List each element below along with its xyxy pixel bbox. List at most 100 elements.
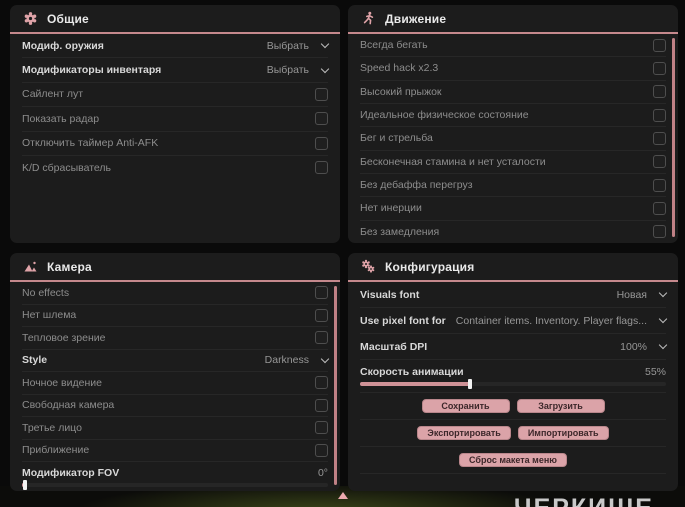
visuals-font-dropdown[interactable]: Новая (616, 288, 668, 301)
setting-label: Ночное видение (22, 376, 102, 389)
setting-label: Style (22, 354, 48, 367)
load-button[interactable]: Загрузить (516, 399, 605, 413)
row-infinite-stamina[interactable]: Бесконечная стамина и нет усталости (360, 151, 666, 174)
setting-label: K/D сбрасыватель (22, 161, 112, 174)
setting-label: Высокий прыжок (360, 85, 442, 98)
dropdown-value: Новая (616, 288, 647, 301)
row-no-helmet[interactable]: Нет шлема (22, 305, 328, 327)
checkbox-night-vision[interactable] (315, 376, 328, 390)
setting-label: Use pixel font for (360, 314, 446, 327)
checkbox-anti-afk[interactable] (315, 136, 328, 150)
dropdown-value: 100% (620, 340, 647, 353)
checkbox-high-jump[interactable] (653, 85, 666, 99)
checkbox-zoom[interactable] (315, 443, 328, 457)
checkbox-no-overload-debuff[interactable] (653, 178, 666, 192)
checkbox-no-helmet[interactable] (315, 308, 328, 322)
flower-gear-icon (24, 12, 37, 25)
checkbox-free-camera[interactable] (315, 398, 328, 412)
save-button[interactable]: Сохранить (421, 399, 510, 413)
row-animation-speed: Скорость анимации 55% (360, 360, 666, 393)
row-always-run[interactable]: Всегда бегать (360, 34, 666, 58)
row-kd-reset[interactable]: K/D сбрасыватель (22, 156, 328, 179)
animation-speed-slider[interactable] (360, 379, 666, 389)
row-dpi-scale: Масштаб DPI 100% (360, 334, 668, 360)
row-anti-afk[interactable]: Отключить таймер Anti-AFK (22, 132, 328, 156)
reset-menu-layout-button[interactable]: Сброс макета меню (459, 453, 567, 467)
checkbox-silent-loot[interactable] (315, 87, 328, 101)
setting-label: Идеальное физическое состояние (360, 109, 529, 122)
inventory-mods-dropdown[interactable]: Выбрать (267, 64, 330, 76)
animation-speed-fill (360, 382, 471, 386)
config-buttons-row-3: Сброс макета меню (360, 447, 666, 474)
setting-label: Третье лицо (22, 421, 82, 434)
dpi-scale-dropdown[interactable]: 100% (620, 340, 668, 353)
checkbox-show-radar[interactable] (315, 112, 328, 126)
mountains-icon (24, 261, 37, 272)
panel-general-title: Общие (47, 11, 89, 26)
double-gear-icon (362, 259, 375, 273)
pixel-font-dropdown[interactable]: Container items. Inventory. Player flags… (455, 314, 668, 327)
setting-label: Без замедления (360, 225, 440, 238)
checkbox-kd-reset[interactable] (315, 161, 328, 175)
dropdown-value: Выбрать (266, 39, 309, 52)
setting-label: Показать радар (22, 112, 100, 125)
animation-speed-thumb[interactable] (468, 379, 473, 389)
panel-config-header[interactable]: Конфигурация (348, 253, 678, 282)
setting-label: Бесконечная стамина и нет усталости (360, 155, 546, 168)
dropdown-value: Container items. Inventory. Player flags… (455, 314, 647, 327)
checkbox-infinite-stamina[interactable] (653, 155, 666, 169)
fov-slider[interactable] (22, 479, 328, 490)
row-show-radar[interactable]: Показать радар (22, 107, 328, 132)
panel-general-rows: Модиф. оружия Выбрать Модификаторы инвен… (10, 34, 340, 179)
fov-slider-thumb[interactable] (23, 479, 27, 490)
style-dropdown[interactable]: Darkness (265, 354, 330, 366)
setting-label: Нет инерции (360, 202, 422, 215)
row-high-jump[interactable]: Высокий прыжок (360, 81, 666, 104)
row-night-vision[interactable]: Ночное видение (22, 372, 328, 395)
row-silent-loot[interactable]: Сайлент лут (22, 83, 328, 108)
setting-label: No effects (22, 286, 70, 299)
setting-label: Бег и стрельба (360, 132, 433, 145)
camera-scrollbar[interactable] (334, 286, 337, 485)
row-no-overload-debuff[interactable]: Без дебаффа перегруз (360, 174, 666, 198)
panel-movement-header[interactable]: Движение (348, 5, 678, 34)
row-no-effects[interactable]: No effects (22, 282, 328, 305)
row-perfect-condition[interactable]: Идеальное физическое состояние (360, 104, 666, 128)
row-free-camera[interactable]: Свободная камера (22, 395, 328, 417)
checkbox-speed-hack[interactable] (653, 61, 666, 75)
export-button[interactable]: Экспортировать (417, 426, 511, 440)
checkbox-no-slowdown[interactable] (653, 225, 666, 239)
checkbox-perfect-condition[interactable] (653, 108, 666, 122)
panel-config-rows: Visuals font Новая Use pixel font for Co… (348, 282, 678, 474)
panel-general-header[interactable]: Общие (10, 5, 340, 34)
import-button[interactable]: Импортировать (517, 426, 609, 440)
row-thermal-vision[interactable]: Тепловое зрение (22, 327, 328, 350)
panel-camera-header[interactable]: Камера (10, 253, 340, 282)
panel-camera: Камера No effects Нет шлема Тепловое зре… (10, 253, 340, 491)
panel-camera-title: Камера (47, 259, 92, 274)
config-buttons-row-2: Экспортировать Импортировать (360, 420, 666, 447)
checkbox-run-and-shoot[interactable] (653, 131, 666, 145)
checkbox-no-inertia[interactable] (653, 201, 666, 215)
setting-label: Модиф. оружия (22, 39, 104, 52)
row-no-inertia[interactable]: Нет инерции (360, 197, 666, 221)
row-run-and-shoot[interactable]: Бег и стрельба (360, 127, 666, 151)
row-zoom[interactable]: Приближение (22, 440, 328, 462)
checkbox-always-run[interactable] (653, 38, 666, 52)
setting-label: Без дебаффа перегруз (360, 179, 473, 192)
panel-movement: Движение Всегда бегать Speed hack x2.3 В… (348, 5, 678, 243)
movement-scrollbar[interactable] (672, 38, 675, 237)
row-pixel-font: Use pixel font for Container items. Inve… (360, 308, 668, 334)
row-visuals-font: Visuals font Новая (360, 282, 668, 308)
row-no-slowdown[interactable]: Без замедления (360, 221, 666, 243)
location-title: ЧЕРКИШЕ (514, 494, 654, 507)
chevron-down-icon (658, 314, 668, 324)
chevron-down-icon (320, 64, 330, 73)
row-third-person[interactable]: Третье лицо (22, 417, 328, 440)
row-speed-hack[interactable]: Speed hack x2.3 (360, 57, 666, 81)
checkbox-thermal-vision[interactable] (315, 331, 328, 345)
checkbox-no-effects[interactable] (315, 286, 328, 300)
weapon-mod-dropdown[interactable]: Выбрать (266, 39, 330, 52)
checkbox-third-person[interactable] (315, 421, 328, 435)
panel-general: Общие Модиф. оружия Выбрать Модификаторы… (10, 5, 340, 243)
